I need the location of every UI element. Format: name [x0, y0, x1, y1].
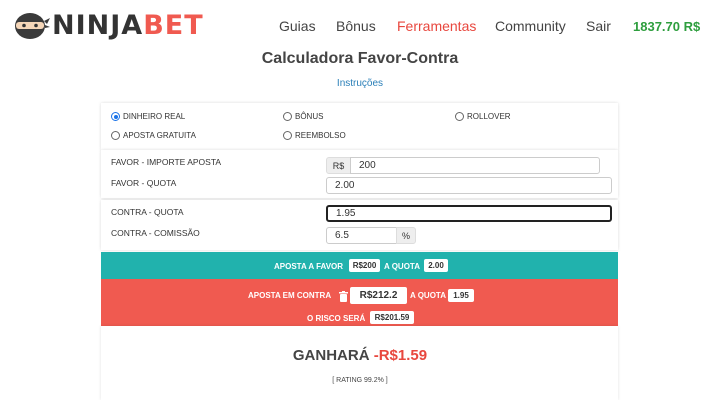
contra-commission-input[interactable]: 6.5 [326, 227, 397, 244]
radio-dot-icon [111, 131, 120, 140]
rating-text: [ RATING 99.2% ] [332, 377, 388, 384]
favor-odds-text: A QUOTA [384, 262, 420, 271]
nav-bonus[interactable]: Bônus [336, 18, 376, 34]
favor-odds-badge: 2.00 [424, 259, 448, 272]
radio-rollover[interactable]: ROLLOVER [455, 112, 511, 121]
radio-dinheiro-real[interactable]: DINHEIRO REAL [111, 112, 185, 121]
radio-label: ROLLOVER [467, 112, 511, 121]
contra-commission-label: CONTRA - COMISSÃO [111, 228, 200, 238]
logo-part-ninja: NINJA [52, 9, 144, 41]
radio-dot-icon [283, 112, 292, 121]
radio-label: APOSTA GRATUITA [123, 131, 196, 140]
instructions-link[interactable]: Instruções [0, 78, 720, 89]
risk-amount-badge: R$201.59 [370, 311, 414, 324]
logo-wordmark: NINJABET [52, 10, 204, 41]
outcome-line: GANHARÁ -R$1.59 [0, 347, 720, 364]
outcome-label: GANHARÁ [292, 347, 370, 364]
trash-icon[interactable] [339, 289, 348, 302]
radio-dot-icon [283, 131, 292, 140]
favor-stake-input[interactable]: 200 [350, 157, 600, 174]
logo-part-bet: BET [143, 9, 204, 41]
radio-reembolso[interactable]: REEMBOLSO [283, 131, 346, 140]
favor-result-text: APOSTA A FAVOR [274, 262, 344, 271]
nav-community[interactable]: Community [495, 18, 566, 34]
favor-stake-label: FAVOR - IMPORTE APOSTA [111, 157, 222, 167]
nav-guias[interactable]: Guias [279, 18, 316, 34]
risk-text: O RISCO SERÁ [307, 314, 366, 323]
ninja-mascot-icon [10, 9, 50, 41]
contra-odds-label: CONTRA - QUOTA [111, 207, 184, 217]
ninjabet-logo[interactable]: NINJABET [10, 8, 204, 42]
contra-odds-input[interactable]: 1.95 [326, 205, 612, 222]
radio-bonus[interactable]: BÔNUS [283, 112, 323, 121]
favor-amount-badge: R$200 [349, 259, 380, 272]
contra-amount-badge: R$212.2 [350, 287, 407, 304]
radio-dot-icon [455, 112, 464, 121]
top-header: NINJABET Guias Bônus Ferramentas Communi… [0, 0, 720, 50]
bet-type-options [101, 103, 618, 150]
radio-label: DINHEIRO REAL [123, 112, 186, 121]
radio-dot-icon [111, 112, 120, 121]
contra-odds-text: A QUOTA [410, 291, 446, 300]
percent-suffix: % [396, 227, 416, 244]
favor-odds-input[interactable]: 2.00 [326, 177, 612, 194]
outcome-value: -R$1.59 [373, 347, 428, 364]
radio-label: REEMBOLSO [295, 131, 346, 140]
balance-display: 1837.70 R$ [633, 19, 701, 34]
favor-odds-label: FAVOR - QUOTA [111, 178, 177, 188]
contra-result-text: APOSTA EM CONTRA [248, 291, 332, 300]
currency-prefix: R$ [326, 157, 351, 174]
radio-aposta-gratuita[interactable]: APOSTA GRATUITA [111, 131, 196, 140]
contra-odds-badge: 1.95 [448, 289, 474, 302]
nav-sair[interactable]: Sair [586, 18, 611, 34]
page-title: Calculadora Favor-Contra [261, 50, 459, 67]
nav-ferramentas[interactable]: Ferramentas [397, 18, 476, 34]
radio-label: BÔNUS [295, 112, 324, 121]
